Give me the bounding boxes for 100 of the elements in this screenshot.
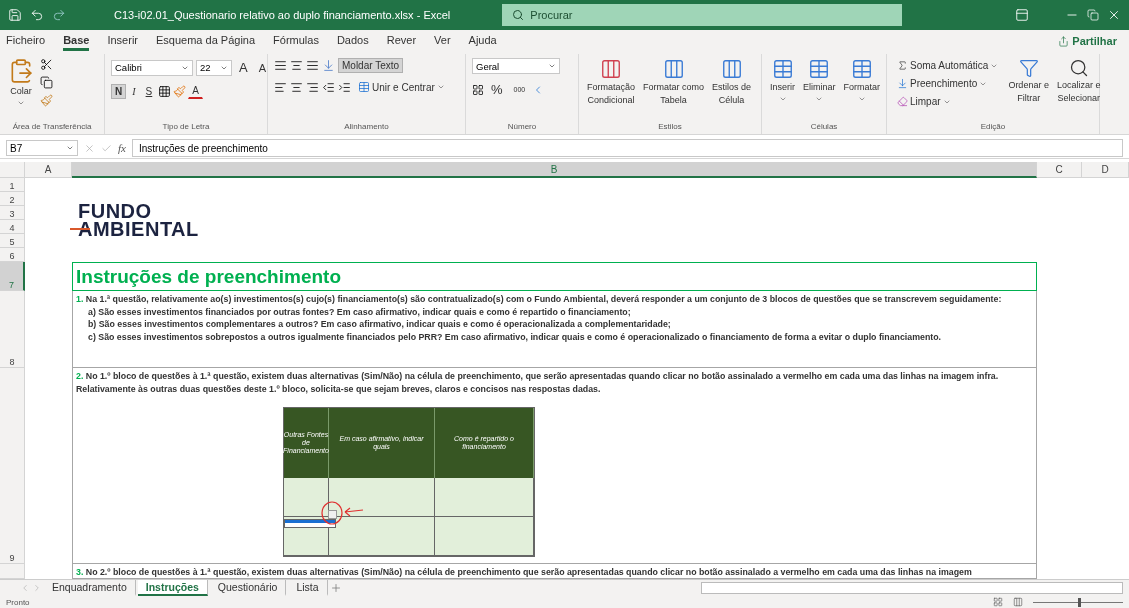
clear-button[interactable]: Limpar (893, 94, 955, 109)
merge-cells-icon (358, 81, 370, 93)
caret-icon (778, 95, 787, 103)
paragraph: 1. Na 1.ª questão, relativamente ao(s) investimentos(s) cujo(s) financiamento(s) são contratualizado(s) com o Fundo Ambiental, deverá responder a um conjunto de 3 blocos de questões que se transcrevem seguidamente: (76, 293, 1003, 306)
row-header[interactable]: 3 (0, 206, 25, 220)
caret-icon (66, 144, 74, 152)
undo-icon[interactable] (30, 8, 44, 22)
eraser-icon (897, 96, 908, 107)
grow-font-button[interactable]: A (235, 58, 252, 77)
row-header[interactable]: 7 (0, 262, 25, 291)
fill-color-icon[interactable] (173, 84, 187, 98)
column-header[interactable]: B (72, 162, 1037, 178)
table-icon (720, 58, 743, 80)
align-right-icon[interactable] (306, 80, 319, 94)
align-middle-icon[interactable] (290, 59, 303, 72)
menu-tab[interactable]: Ajuda (468, 31, 497, 51)
row-header[interactable]: 2 (0, 192, 25, 206)
merge-center-button[interactable]: Unir e Centrar (354, 79, 449, 95)
font-color-button[interactable]: A (188, 83, 203, 99)
search-icon (1068, 58, 1089, 78)
ribbon-display-icon[interactable] (1015, 8, 1029, 22)
table-icon (771, 58, 794, 80)
list-item: b) São esses investimentos complementares a outros? Em caso afirmativo, indicar quais e como é operacionalizada a complementaridade; (88, 318, 672, 331)
borders-icon[interactable] (158, 84, 172, 98)
sigma-icon (897, 60, 908, 71)
menu-tab[interactable]: Ver (434, 31, 451, 51)
italic-button[interactable]: I (128, 83, 140, 99)
sort-filter-button[interactable]: Ordenar e Filtrar (1006, 58, 1051, 104)
row-header[interactable]: 4 (0, 220, 25, 234)
caret-icon (548, 62, 556, 70)
paragraph: 3. No 2.º bloco de questões à 1.ª questão, existem duas alternativas (Sim/Não) na célula de preenchimento que serão apresentadas quando clicar no botão assinalado a vermelho em cada uma das linhas na imagem (76, 566, 973, 578)
row-header[interactable]: 6 (0, 248, 25, 262)
search-field[interactable]: Procurar (502, 4, 903, 26)
menu-tab[interactable]: Esquema da Página (156, 31, 256, 51)
cells-button[interactable]: Inserir (768, 58, 797, 103)
redo-icon[interactable] (52, 8, 66, 22)
fill-button[interactable]: Preenchimento (893, 76, 992, 91)
horizontal-scrollbar[interactable] (701, 582, 1123, 594)
paste-button[interactable]: Colar (6, 58, 36, 107)
window-title: C13-i02.01_Questionario relativo ao duplo financiamento.xlsx - Excel (114, 8, 451, 22)
font-size-field[interactable]: 22 (196, 59, 232, 76)
logo: FUNDO AMBIENTAL (72, 192, 1037, 248)
function-button[interactable]: fx (118, 142, 126, 154)
name-box[interactable]: B7 (6, 140, 78, 156)
underline-button[interactable]: S (141, 83, 157, 99)
column-header[interactable]: D (1082, 162, 1129, 178)
row-header[interactable]: 8 (0, 291, 25, 368)
find-select-button[interactable]: Localizar e Selecionar (1054, 58, 1103, 104)
close-icon[interactable] (1107, 8, 1121, 22)
increase-indent-icon[interactable] (338, 80, 351, 94)
wrap-text-button[interactable]: Moldar Texto (338, 58, 404, 73)
decrease-indent-icon[interactable] (322, 80, 335, 94)
caret-icon (17, 99, 25, 107)
align-bottom-icon[interactable] (306, 59, 319, 72)
paragraph: 2. No 1.º bloco de questões à 1.ª questão, existem duas alternativas (Sim/Não) na célula de preenchimento, que serão apresentadas quando clicar no botão assinalado a vermelho em cada uma das linhas na imagem infra. Relativamente às outras duas questões deste 1.º bloco, solicita-se que sejam breves, claros e concisos nas respostas dadas. (76, 370, 1000, 395)
cells-button[interactable]: Eliminar (801, 58, 838, 103)
row-header[interactable]: 1 (0, 178, 25, 192)
percent-button[interactable]: % (487, 80, 507, 99)
row-header[interactable]: 5 (0, 234, 25, 248)
table-icon (662, 58, 685, 80)
enter-icon (101, 142, 112, 154)
zoom-slider[interactable] (1078, 597, 1081, 607)
bold-button[interactable]: N (111, 83, 127, 99)
group-label: Número (506, 122, 538, 133)
save-icon[interactable] (8, 8, 22, 22)
share-button[interactable]: Partilhar (1052, 34, 1123, 48)
align-left-icon[interactable] (274, 80, 287, 94)
copy-icon[interactable] (40, 76, 53, 89)
caret-icon (815, 95, 824, 103)
number-format-field[interactable]: Geral (472, 58, 560, 74)
menu-tab[interactable]: Fórmulas (273, 31, 319, 51)
styles-button[interactable]: Formatação Condicional (585, 58, 638, 106)
caret-icon (436, 83, 445, 91)
menu-tab[interactable]: Dados (336, 31, 369, 51)
format-painter-icon[interactable] (40, 94, 53, 107)
cut-icon[interactable] (40, 58, 53, 71)
menu-tab[interactable]: Rever (386, 31, 417, 51)
autosum-button[interactable]: Soma Automática (893, 58, 1003, 73)
styles-button[interactable]: Formatar como Tabela (641, 58, 707, 106)
group-label: Alinhamento (343, 122, 390, 133)
shrink-font-button[interactable]: A (254, 59, 270, 76)
restore-icon[interactable] (1087, 9, 1099, 21)
menu-tab[interactable]: Ficheiro (6, 31, 46, 51)
formula-field[interactable]: Instruções de preenchimento (131, 139, 1123, 157)
cancel-icon (84, 142, 95, 154)
column-header[interactable]: A (25, 162, 72, 178)
styles-button[interactable]: Estilos de Célula (710, 58, 754, 106)
sheet-tab[interactable]: Instruções (137, 580, 208, 596)
row-header[interactable]: 9 (0, 368, 25, 564)
page-layout-icon[interactable] (1013, 597, 1023, 607)
align-center-icon[interactable] (290, 80, 303, 94)
cells-button[interactable]: Formatar (841, 58, 883, 103)
share-icon (1058, 35, 1070, 47)
font-name-field[interactable]: Calibri (111, 59, 193, 76)
add-sheet-icon[interactable] (329, 582, 342, 594)
group-label: Tipo de Letra (161, 122, 211, 133)
column-header[interactable]: C (1037, 162, 1082, 178)
table-icon (808, 58, 831, 80)
align-top-icon[interactable] (274, 59, 287, 72)
menu-tab[interactable]: Inserir (107, 31, 138, 51)
